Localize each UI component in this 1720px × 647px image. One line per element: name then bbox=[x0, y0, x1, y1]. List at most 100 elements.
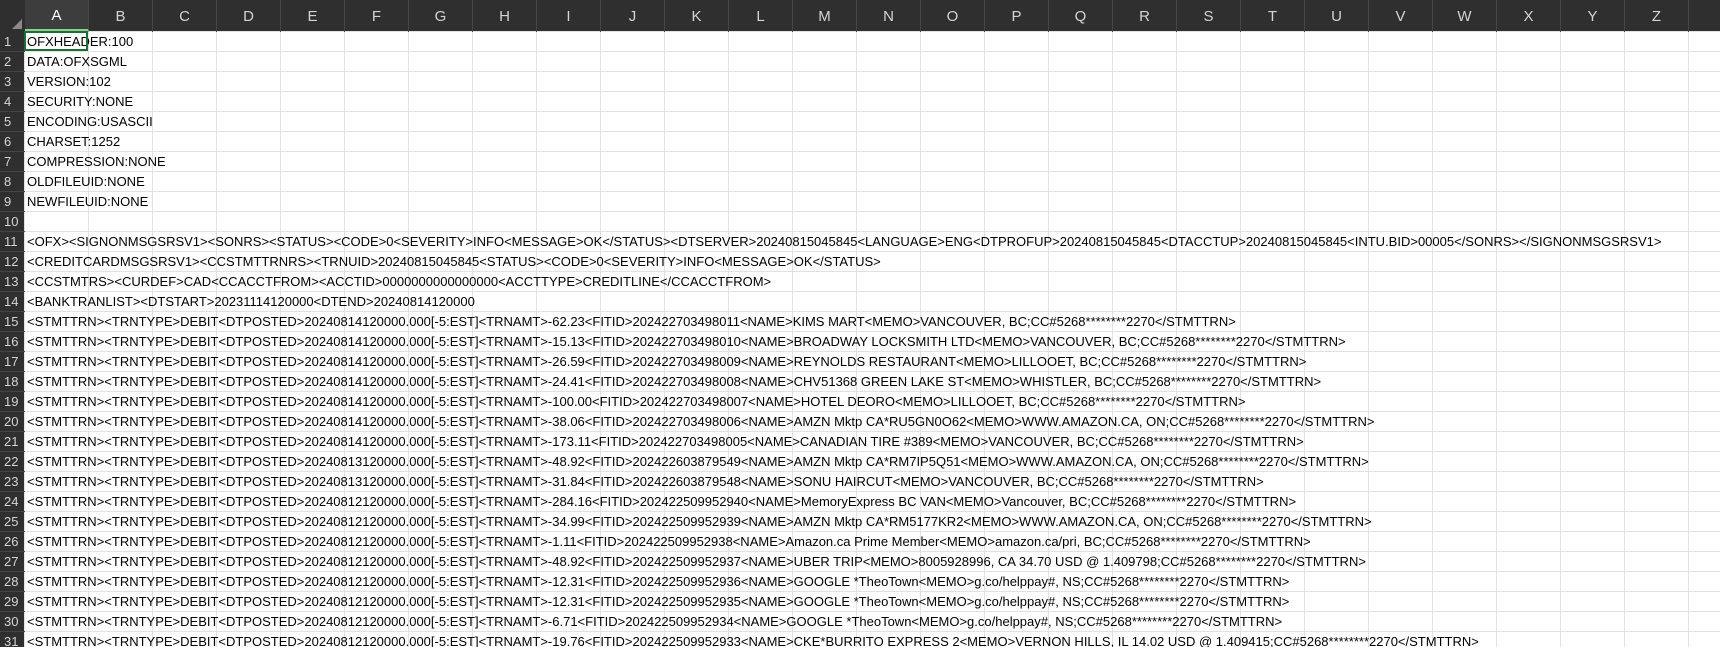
column-header-x[interactable]: X bbox=[1497, 0, 1561, 32]
row-header-31[interactable]: 31 bbox=[0, 632, 25, 647]
cell-a16[interactable]: <STMTTRN><TRNTYPE>DEBIT<DTPOSTED>2024081… bbox=[27, 332, 1346, 352]
grid-vline bbox=[1624, 32, 1625, 647]
row-header-10[interactable]: 10 bbox=[0, 212, 25, 232]
cell-a21[interactable]: <STMTTRN><TRNTYPE>DEBIT<DTPOSTED>2024081… bbox=[27, 432, 1304, 452]
row-header-17[interactable]: 17 bbox=[0, 352, 25, 372]
row-header-23[interactable]: 23 bbox=[0, 472, 25, 492]
column-header-g[interactable]: G bbox=[409, 0, 473, 32]
row-header-4[interactable]: 4 bbox=[0, 92, 25, 112]
cell-a11[interactable]: <OFX><SIGNONMSGSRSV1><SONRS><STATUS><COD… bbox=[27, 232, 1661, 252]
cell-a23[interactable]: <STMTTRN><TRNTYPE>DEBIT<DTPOSTED>2024081… bbox=[27, 472, 1264, 492]
cell-a8[interactable]: OLDFILEUID:NONE bbox=[27, 172, 145, 192]
row-header-18[interactable]: 18 bbox=[0, 372, 25, 392]
row-header-27[interactable]: 27 bbox=[0, 552, 25, 572]
cell-a9[interactable]: NEWFILEUID:NONE bbox=[27, 192, 148, 212]
row-header-26[interactable]: 26 bbox=[0, 532, 25, 552]
grid-hline bbox=[25, 91, 1720, 92]
column-header-q[interactable]: Q bbox=[1049, 0, 1113, 32]
cell-a17[interactable]: <STMTTRN><TRNTYPE>DEBIT<DTPOSTED>2024081… bbox=[27, 352, 1306, 372]
column-header-l[interactable]: L bbox=[729, 0, 793, 32]
row-header-21[interactable]: 21 bbox=[0, 432, 25, 452]
column-header-w[interactable]: W bbox=[1433, 0, 1497, 32]
grid-hline bbox=[25, 211, 1720, 212]
grid-vline bbox=[1560, 32, 1561, 647]
grid-hline bbox=[25, 111, 1720, 112]
row-header-6[interactable]: 6 bbox=[0, 132, 25, 152]
select-all-triangle-icon bbox=[12, 19, 22, 29]
column-header-f[interactable]: F bbox=[345, 0, 409, 32]
column-header-n[interactable]: N bbox=[857, 0, 921, 32]
cell-a2[interactable]: DATA:OFXSGML bbox=[27, 52, 127, 72]
column-header-p[interactable]: P bbox=[985, 0, 1049, 32]
column-header-t[interactable]: T bbox=[1241, 0, 1305, 32]
row-header-8[interactable]: 8 bbox=[0, 172, 25, 192]
cell-a27[interactable]: <STMTTRN><TRNTYPE>DEBIT<DTPOSTED>2024081… bbox=[27, 552, 1366, 572]
row-header-13[interactable]: 13 bbox=[0, 272, 25, 292]
cell-a4[interactable]: SECURITY:NONE bbox=[27, 92, 133, 112]
column-header-z[interactable]: Z bbox=[1625, 0, 1689, 32]
cell-a28[interactable]: <STMTTRN><TRNTYPE>DEBIT<DTPOSTED>2024081… bbox=[27, 572, 1289, 592]
cell-a5[interactable]: ENCODING:USASCII bbox=[27, 112, 153, 132]
column-header-m[interactable]: M bbox=[793, 0, 857, 32]
grid-vline bbox=[1368, 32, 1369, 647]
cell-a15[interactable]: <STMTTRN><TRNTYPE>DEBIT<DTPOSTED>2024081… bbox=[27, 312, 1236, 332]
column-header-o[interactable]: O bbox=[921, 0, 985, 32]
cell-a29[interactable]: <STMTTRN><TRNTYPE>DEBIT<DTPOSTED>2024081… bbox=[27, 592, 1289, 612]
column-header-a[interactable]: A bbox=[25, 0, 89, 32]
column-header-j[interactable]: J bbox=[601, 0, 665, 32]
row-header-9[interactable]: 9 bbox=[0, 192, 25, 212]
cell-a22[interactable]: <STMTTRN><TRNTYPE>DEBIT<DTPOSTED>2024081… bbox=[27, 452, 1369, 472]
cell-a25[interactable]: <STMTTRN><TRNTYPE>DEBIT<DTPOSTED>2024081… bbox=[27, 512, 1372, 532]
cell-a31[interactable]: <STMTTRN><TRNTYPE>DEBIT<DTPOSTED>2024081… bbox=[27, 632, 1479, 647]
active-cell-selection bbox=[24, 31, 88, 51]
row-header-20[interactable]: 20 bbox=[0, 412, 25, 432]
cell-a7[interactable]: COMPRESSION:NONE bbox=[27, 152, 166, 172]
row-header-7[interactable]: 7 bbox=[0, 152, 25, 172]
cell-a20[interactable]: <STMTTRN><TRNTYPE>DEBIT<DTPOSTED>2024081… bbox=[27, 412, 1374, 432]
grid-hline bbox=[25, 171, 1720, 172]
row-header-29[interactable]: 29 bbox=[0, 592, 25, 612]
grid-hline bbox=[25, 151, 1720, 152]
column-header-e[interactable]: E bbox=[281, 0, 345, 32]
row-header-12[interactable]: 12 bbox=[0, 252, 25, 272]
spreadsheet-grid[interactable]: A B C D E F G H I J K L M N O P Q R S T U V W X Y Z 1 OFXHEADER:100… bbox=[0, 0, 1720, 647]
column-header-b[interactable]: B bbox=[89, 0, 153, 32]
row-header-19[interactable]: 19 bbox=[0, 392, 25, 412]
column-header-c[interactable]: C bbox=[153, 0, 217, 32]
cell-a18[interactable]: <STMTTRN><TRNTYPE>DEBIT<DTPOSTED>2024081… bbox=[27, 372, 1321, 392]
cell-a13[interactable]: <CCSTMTRS><CURDEF>CAD<CCACCTFROM><ACCTID… bbox=[27, 272, 771, 292]
cell-a6[interactable]: CHARSET:1252 bbox=[27, 132, 120, 152]
cell-a24[interactable]: <STMTTRN><TRNTYPE>DEBIT<DTPOSTED>2024081… bbox=[27, 492, 1296, 512]
row-header-22[interactable]: 22 bbox=[0, 452, 25, 472]
row-header-3[interactable]: 3 bbox=[0, 72, 25, 92]
column-header-r[interactable]: R bbox=[1113, 0, 1177, 32]
column-header-y[interactable]: Y bbox=[1561, 0, 1625, 32]
row-header-28[interactable]: 28 bbox=[0, 572, 25, 592]
cell-a3[interactable]: VERSION:102 bbox=[27, 72, 111, 92]
row-header-1[interactable]: 1 bbox=[0, 32, 25, 52]
select-all-corner[interactable] bbox=[0, 0, 25, 32]
row-header-25[interactable]: 25 bbox=[0, 512, 25, 532]
row-header-14[interactable]: 14 bbox=[0, 292, 25, 312]
cell-a14[interactable]: <BANKTRANLIST><DTSTART>20231114120000<DT… bbox=[27, 292, 475, 312]
column-header-s[interactable]: S bbox=[1177, 0, 1241, 32]
cell-a30[interactable]: <STMTTRN><TRNTYPE>DEBIT<DTPOSTED>2024081… bbox=[27, 612, 1282, 632]
row-header-11[interactable]: 11 bbox=[0, 232, 25, 252]
row-header-5[interactable]: 5 bbox=[0, 112, 25, 132]
column-header-k[interactable]: K bbox=[665, 0, 729, 32]
column-header-i[interactable]: I bbox=[537, 0, 601, 32]
cell-a26[interactable]: <STMTTRN><TRNTYPE>DEBIT<DTPOSTED>2024081… bbox=[27, 532, 1311, 552]
cell-a19[interactable]: <STMTTRN><TRNTYPE>DEBIT<DTPOSTED>2024081… bbox=[27, 392, 1245, 412]
column-header-u[interactable]: U bbox=[1305, 0, 1369, 32]
row-header-16[interactable]: 16 bbox=[0, 332, 25, 352]
grid-hline bbox=[25, 191, 1720, 192]
grid-hline bbox=[25, 71, 1720, 72]
row-header-2[interactable]: 2 bbox=[0, 52, 25, 72]
row-header-30[interactable]: 30 bbox=[0, 612, 25, 632]
column-header-v[interactable]: V bbox=[1369, 0, 1433, 32]
column-header-d[interactable]: D bbox=[217, 0, 281, 32]
row-header-15[interactable]: 15 bbox=[0, 312, 25, 332]
row-header-24[interactable]: 24 bbox=[0, 492, 25, 512]
cell-a12[interactable]: <CREDITCARDMSGSRSV1><CCSTMTTRNRS><TRNUID… bbox=[27, 252, 881, 272]
column-header-h[interactable]: H bbox=[473, 0, 537, 32]
